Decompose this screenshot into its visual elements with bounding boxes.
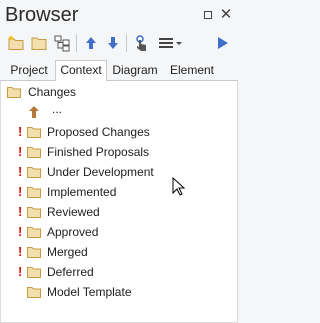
menu-icon[interactable] bbox=[157, 34, 183, 52]
browser-tabs: Project Context Diagram Element bbox=[0, 59, 238, 82]
tree-item[interactable]: ! Reviewed bbox=[1, 202, 237, 222]
tree-item-label: Merged bbox=[47, 245, 88, 259]
folder-icon bbox=[27, 126, 41, 138]
toolbar-separator bbox=[76, 34, 77, 52]
flag-icon: ! bbox=[18, 184, 23, 199]
tab-diagram[interactable]: Diagram bbox=[108, 61, 162, 81]
flag-icon: ! bbox=[18, 144, 23, 159]
up-arrow-icon bbox=[28, 105, 40, 119]
tree-item-label: ... bbox=[52, 102, 63, 116]
folder-icon bbox=[27, 286, 41, 298]
tree-item[interactable]: ! Proposed Changes bbox=[1, 122, 237, 142]
context-tree: Changes ... ! Proposed Changes ! Finishe… bbox=[0, 81, 238, 323]
tree-root-item[interactable]: Changes bbox=[1, 82, 237, 102]
tree-item-label: Implemented bbox=[47, 185, 117, 199]
folder-icon bbox=[27, 166, 41, 178]
hierarchy-icon[interactable] bbox=[53, 34, 71, 52]
toolbar-separator bbox=[126, 34, 127, 52]
tree-item[interactable]: ! Under Development bbox=[1, 162, 237, 182]
folder-icon bbox=[27, 206, 41, 218]
tree-item-label: Deferred bbox=[47, 265, 94, 279]
flag-icon: ! bbox=[18, 124, 23, 139]
window-title: Browser bbox=[5, 4, 79, 26]
tree-item[interactable]: ! Approved bbox=[1, 222, 237, 242]
open-folder-icon[interactable] bbox=[30, 34, 48, 52]
folder-icon bbox=[7, 86, 21, 98]
tree-item[interactable]: ! Merged bbox=[1, 242, 237, 262]
tree-item-label: Model Template bbox=[47, 285, 132, 299]
tree-item[interactable]: ! Deferred bbox=[1, 262, 237, 282]
close-icon[interactable]: ✕ bbox=[219, 7, 233, 22]
tree-parent-link[interactable]: ... bbox=[1, 102, 237, 122]
flag-icon: ! bbox=[18, 244, 23, 259]
tree-item[interactable]: Model Template bbox=[1, 282, 237, 302]
tab-project[interactable]: Project bbox=[4, 61, 54, 81]
flag-icon: ! bbox=[18, 264, 23, 279]
folder-icon bbox=[27, 226, 41, 238]
folder-icon bbox=[27, 266, 41, 278]
tab-element[interactable]: Element bbox=[163, 61, 221, 81]
tree-item-label: Approved bbox=[47, 225, 99, 239]
folder-icon bbox=[27, 146, 41, 158]
flag-icon: ! bbox=[18, 204, 23, 219]
tree-item-label: Under Development bbox=[47, 165, 154, 179]
flag-icon: ! bbox=[18, 164, 23, 179]
browser-toolbar bbox=[0, 31, 238, 55]
window-titlebar: Browser ✕ bbox=[0, 0, 238, 30]
flag-icon: ! bbox=[18, 224, 23, 239]
restore-icon[interactable] bbox=[201, 8, 215, 22]
folder-icon bbox=[27, 186, 41, 198]
tree-item[interactable]: ! Implemented bbox=[1, 182, 237, 202]
tree-item[interactable]: ! Finished Proposals bbox=[1, 142, 237, 162]
tree-item-label: Proposed Changes bbox=[47, 125, 150, 139]
new-package-icon[interactable] bbox=[7, 34, 25, 52]
run-icon[interactable] bbox=[213, 34, 231, 52]
mouse-cursor-icon bbox=[172, 176, 186, 197]
tree-item-label: Finished Proposals bbox=[47, 145, 150, 159]
move-up-icon[interactable] bbox=[82, 34, 100, 52]
folder-icon bbox=[27, 246, 41, 258]
move-down-icon[interactable] bbox=[104, 34, 122, 52]
tree-item-label: Reviewed bbox=[47, 205, 100, 219]
tab-context[interactable]: Context bbox=[55, 60, 107, 82]
touch-icon[interactable] bbox=[132, 34, 150, 52]
